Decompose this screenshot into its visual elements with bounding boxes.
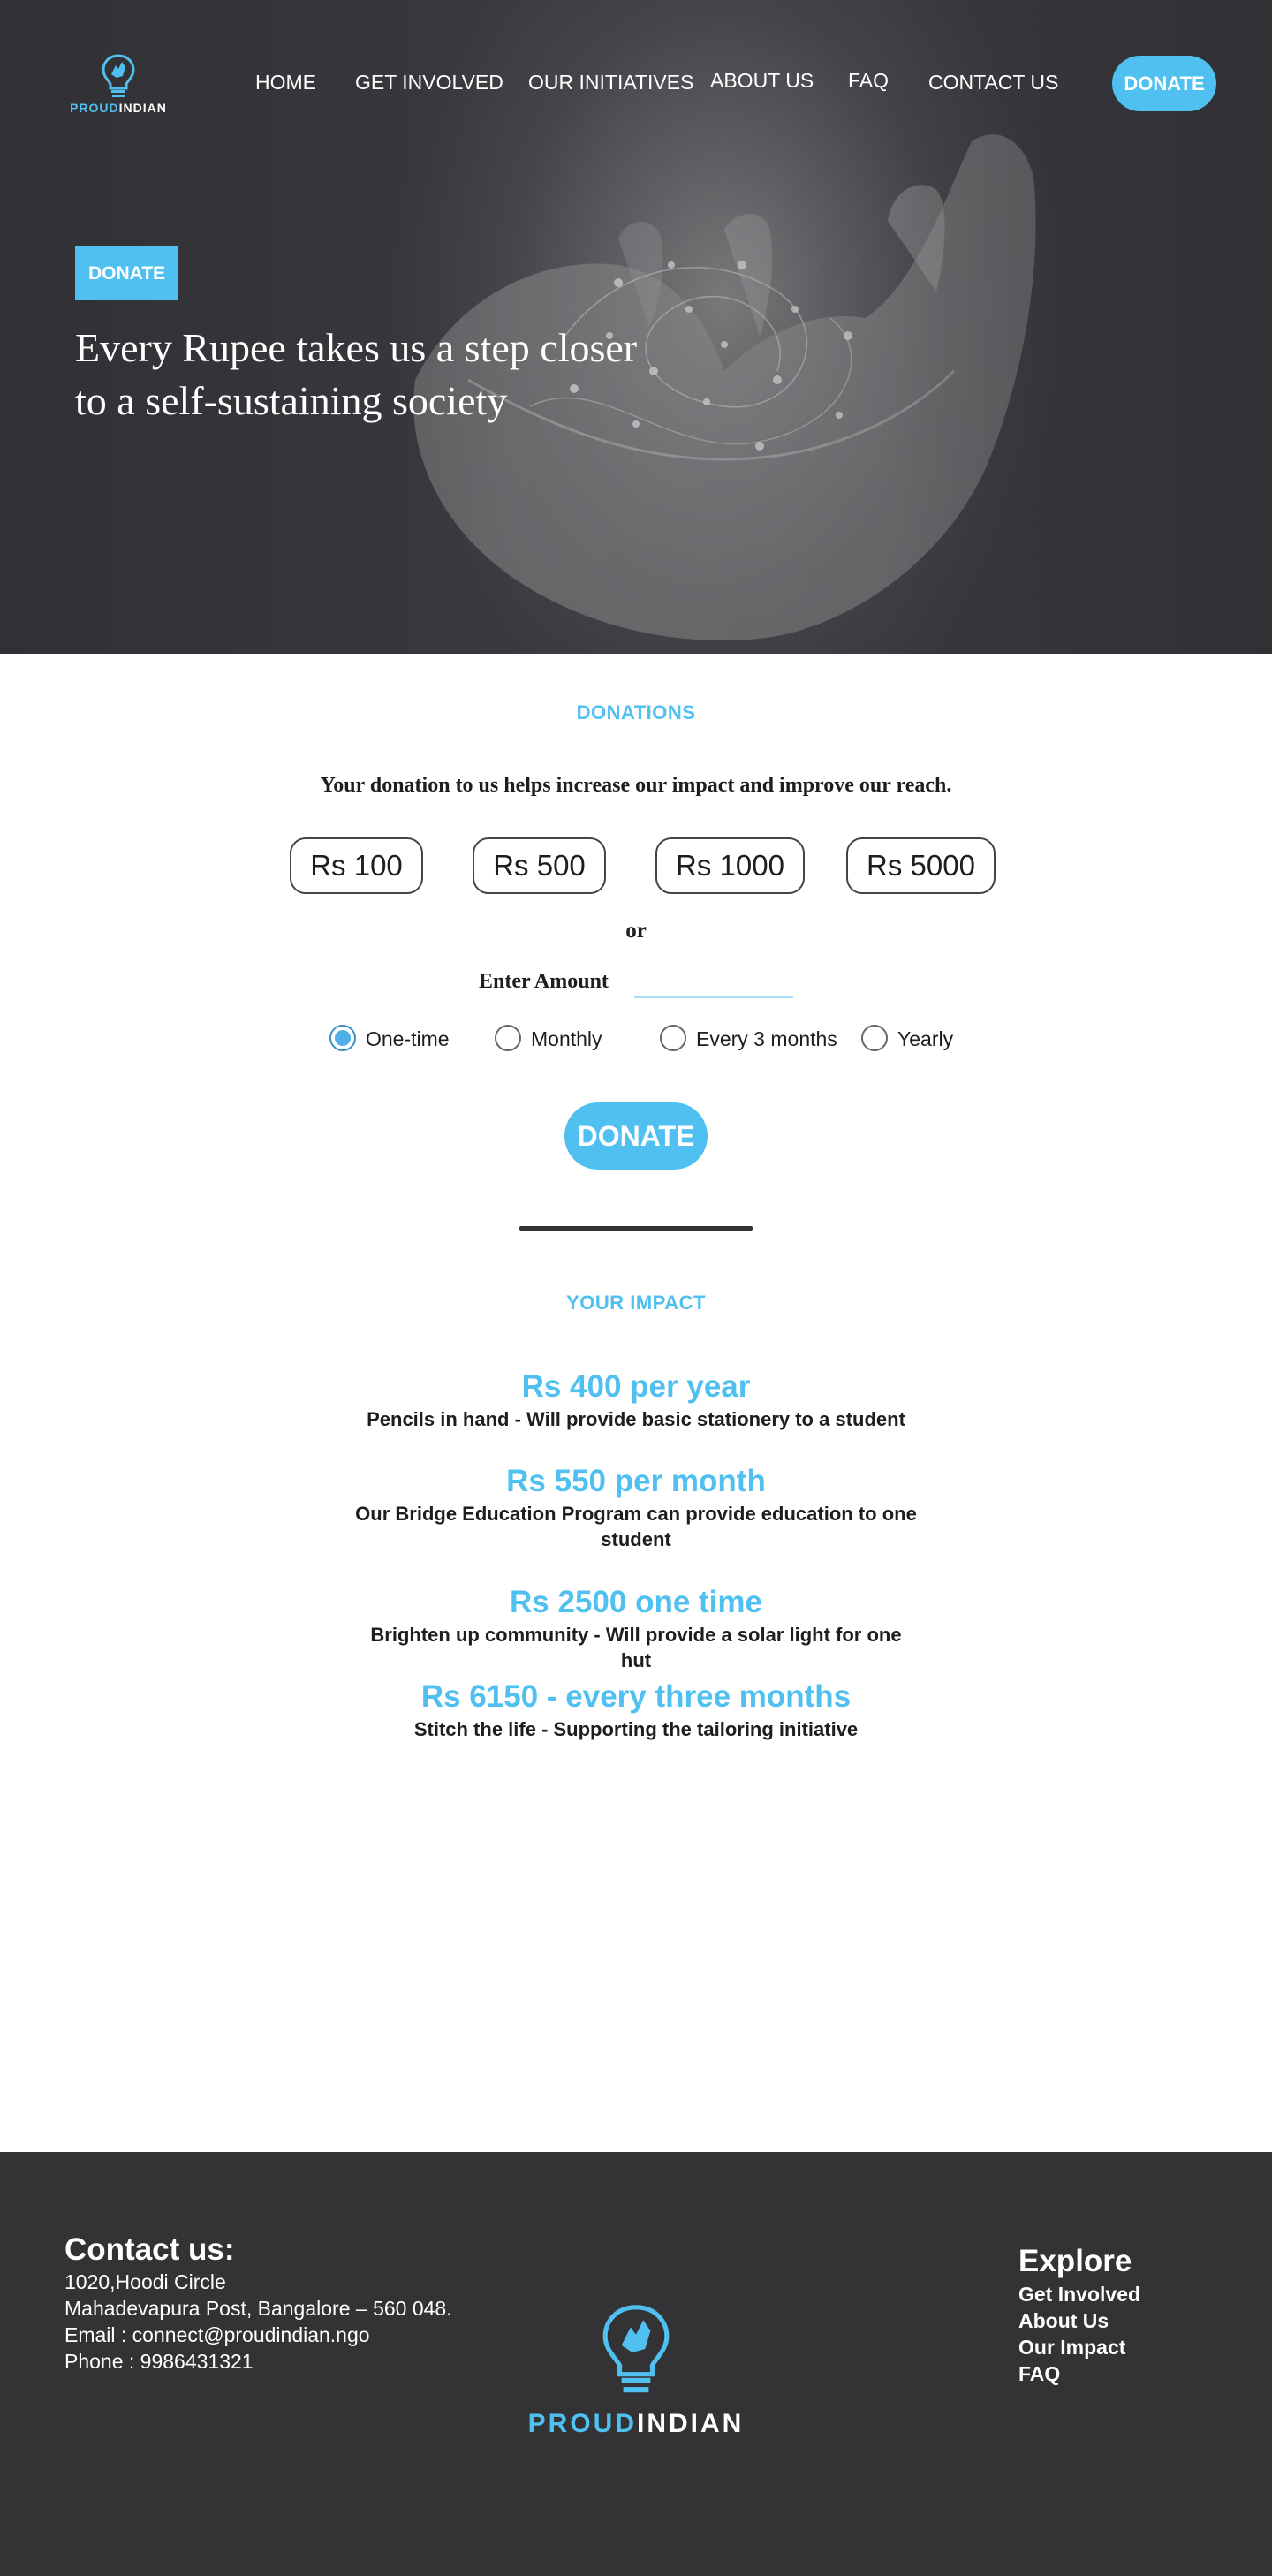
amount-1000-button[interactable]: Rs 1000: [655, 837, 805, 894]
donate-submit-button[interactable]: DONATE: [564, 1102, 708, 1170]
footer-logo-text: PROUDINDIAN: [527, 2409, 745, 2438]
contact-email[interactable]: Email : connect@proudindian.ngo: [64, 2323, 370, 2347]
donations-section-label: DONATIONS: [576, 701, 696, 724]
impact-amount: Rs 400 per year: [521, 1369, 751, 1404]
frequency-every-3-months-radio[interactable]: [660, 1025, 686, 1051]
hero-donate-badge[interactable]: DONATE: [75, 246, 178, 300]
frequency-every-3-months-label[interactable]: Every 3 months: [696, 1027, 837, 1051]
impact-description: Brighten up community - Will provide a s…: [370, 1624, 902, 1671]
frequency-monthly-label[interactable]: Monthly: [531, 1027, 602, 1051]
amount-100-button[interactable]: Rs 100: [290, 837, 423, 894]
frequency-yearly-radio[interactable]: [861, 1025, 888, 1051]
impact-amount: Rs 550 per month: [506, 1464, 766, 1498]
header-donate-button[interactable]: DONATE: [1112, 56, 1216, 111]
lightbulb-hand-icon: [602, 2305, 670, 2393]
footer-link-our-impact[interactable]: Our Impact: [1018, 2336, 1125, 2360]
footer-link-get-involved[interactable]: Get Involved: [1018, 2283, 1140, 2307]
amount-5000-button[interactable]: Rs 5000: [846, 837, 996, 894]
nav-faq[interactable]: FAQ: [848, 69, 889, 93]
address-line-2: Mahadevapura Post, Bangalore – 560 048.: [64, 2297, 452, 2320]
explore-heading: Explore: [1018, 2244, 1132, 2278]
impact-description: Our Bridge Education Program can provide…: [355, 1503, 917, 1550]
nav-about-us[interactable]: ABOUT US: [710, 69, 814, 93]
or-separator: or: [625, 919, 647, 943]
nav-contact-us[interactable]: CONTACT US: [928, 71, 1058, 95]
logo-text: PROUDINDIAN: [70, 101, 167, 115]
frequency-yearly-label[interactable]: Yearly: [897, 1027, 953, 1051]
amount-input[interactable]: [634, 966, 793, 998]
amount-500-button[interactable]: Rs 500: [473, 837, 606, 894]
nav-home[interactable]: HOME: [255, 71, 316, 95]
contact-phone[interactable]: Phone : 9986431321: [64, 2350, 254, 2374]
enter-amount-label: Enter Amount: [479, 970, 609, 993]
address-line-1: 1020,Hoodi Circle: [64, 2270, 226, 2293]
section-divider: [519, 1226, 753, 1231]
impact-section-label: YOUR IMPACT: [566, 1292, 706, 1314]
frequency-one-time-label[interactable]: One-time: [366, 1027, 450, 1051]
donations-intro: Your donation to us helps increase our i…: [320, 774, 952, 797]
impact-description: Stitch the life - Supporting the tailori…: [413, 1718, 859, 1740]
nav-get-involved[interactable]: GET INVOLVED: [355, 71, 504, 95]
frequency-monthly-radio[interactable]: [495, 1025, 521, 1051]
footer-link-about-us[interactable]: About Us: [1018, 2309, 1109, 2333]
lightbulb-hand-icon: [102, 54, 135, 97]
impact-amount: Rs 6150 - every three months: [420, 1679, 852, 1714]
impact-amount: Rs 2500 one time: [510, 1585, 762, 1619]
frequency-one-time-radio[interactable]: [329, 1025, 356, 1051]
header-logo[interactable]: PROUDINDIAN: [69, 53, 168, 120]
contact-heading: Contact us:: [64, 2232, 235, 2267]
impact-description: Pencils in hand - Will provide basic sta…: [367, 1408, 905, 1430]
nav-our-initiatives[interactable]: OUR INITIATIVES: [528, 71, 693, 95]
footer-link-faq[interactable]: FAQ: [1018, 2362, 1060, 2386]
hero-title: Every Rupee takes us a step closer to a …: [75, 325, 638, 423]
footer-logo[interactable]: PROUDINDIAN: [521, 2299, 751, 2439]
